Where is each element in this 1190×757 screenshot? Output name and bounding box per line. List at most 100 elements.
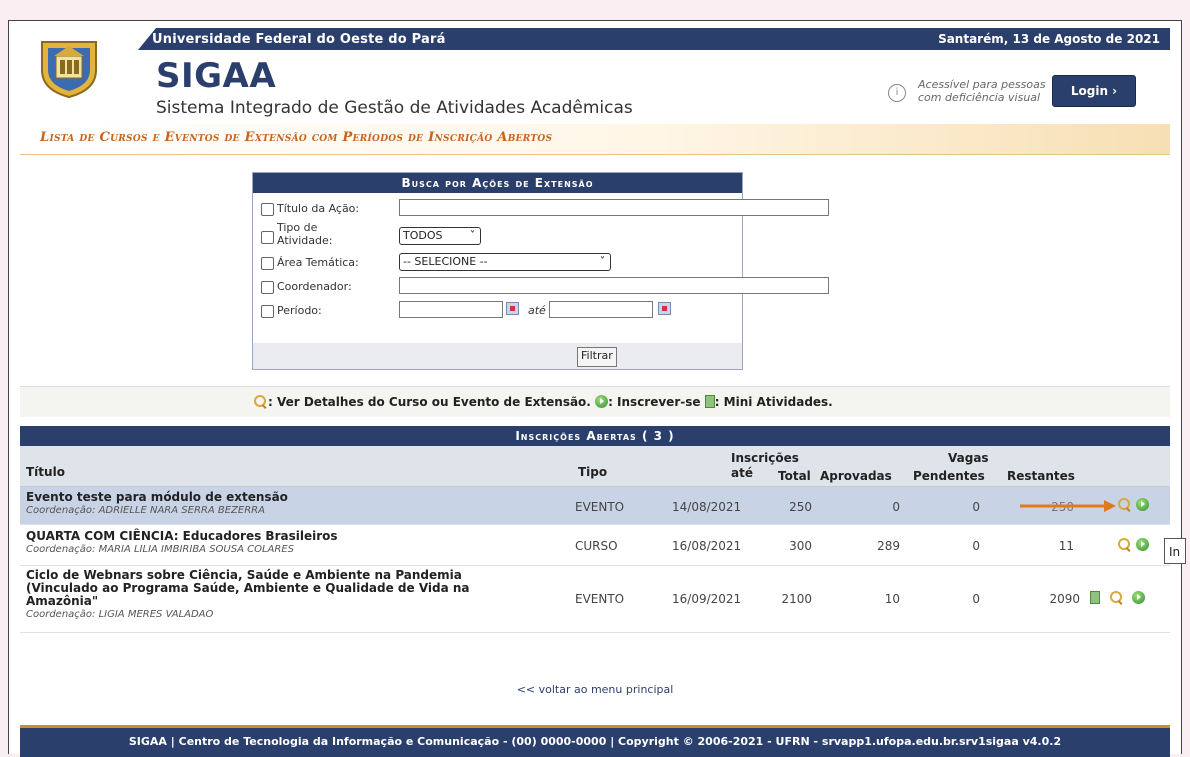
legend-details: : Ver Detalhes do Curso ou Evento de Ext… <box>268 395 591 409</box>
row-pendentes: 0 <box>972 539 980 553</box>
titulo-row: Título da Ação: <box>253 197 829 221</box>
periodo-checkbox[interactable] <box>261 305 274 318</box>
details-magnifier-icon[interactable] <box>1118 538 1132 552</box>
row-title: Ciclo de Webnars sobre Ciência, Saúde e … <box>26 569 546 621</box>
page-footer: SIGAA | Centro de Tecnologia da Informaç… <box>20 725 1170 757</box>
area-select[interactable]: -- SELECIONE -- ˅ <box>399 253 611 271</box>
mini-activities-icon <box>704 395 715 408</box>
header-aprovadas: Aprovadas <box>820 469 892 483</box>
table-header: Título Tipo Inscrições até Vagas Total Ap… <box>20 446 1170 487</box>
results-table: Inscrições Abertas ( 3 ) Título Tipo Ins… <box>20 426 1170 633</box>
details-magnifier-icon[interactable] <box>1109 591 1124 605</box>
tipo-row: Tipo de Atividade: TODOS ˅ <box>253 221 742 251</box>
arrow-annotation-icon <box>1020 500 1116 512</box>
coord-row: Coordenador: <box>253 275 829 299</box>
page-title: Lista de Cursos e Eventos de Extensão co… <box>40 130 553 145</box>
app-subtitle: Sistema Integrado de Gestão de Atividade… <box>156 98 633 118</box>
search-form-footer: Filtrar <box>253 343 742 369</box>
row-actions <box>1118 538 1149 552</box>
search-form-caption: Busca por Ações de Extensão <box>253 173 742 193</box>
chevron-down-icon: ˅ <box>600 256 605 267</box>
row-ate: 16/08/2021 <box>672 539 742 553</box>
row-total: 250 <box>789 500 812 514</box>
coord-input[interactable] <box>399 277 829 294</box>
magnifier-icon <box>254 395 268 409</box>
titulo-checkbox[interactable] <box>261 203 274 216</box>
coord-checkbox[interactable] <box>261 281 274 294</box>
subscribe-icon[interactable] <box>1131 591 1145 604</box>
row-actions <box>1090 591 1145 605</box>
row-pendentes: 0 <box>972 500 980 514</box>
row-total: 2100 <box>781 592 812 606</box>
tooltip: In <box>1164 538 1186 564</box>
app-title: SIGAA <box>156 56 277 96</box>
titulo-input[interactable] <box>399 199 829 216</box>
periodo-start-input[interactable] <box>399 301 503 318</box>
current-date: Santarém, 13 de Agosto de 2021 <box>938 32 1160 46</box>
header-vagas: Vagas <box>948 451 989 465</box>
top-bar: Universidade Federal do Oeste do Pará Sa… <box>20 28 1170 50</box>
area-label: Área Temática: <box>277 256 359 269</box>
back-to-menu-link[interactable]: << voltar ao menu principal <box>20 683 1170 696</box>
mini-activities-icon[interactable] <box>1090 591 1100 604</box>
legend-mini: : Mini Atividades. <box>714 395 833 409</box>
page-title-bar: Lista de Cursos e Eventos de Extensão co… <box>20 124 1170 155</box>
row-tipo: EVENTO <box>575 500 625 514</box>
results-caption: Inscrições Abertas ( 3 ) <box>20 426 1170 446</box>
row-pendentes: 0 <box>972 592 980 606</box>
area-row: Área Temática: -- SELECIONE -- ˅ <box>253 251 742 275</box>
row-title: Evento teste para módulo de extensão Coo… <box>26 491 546 517</box>
header-pendentes: Pendentes <box>913 469 985 483</box>
header-restantes: Restantes <box>1007 469 1075 483</box>
accessibility-text: Acessível para pessoas com deficiência v… <box>918 78 1046 104</box>
header-tipo: Tipo <box>578 465 608 479</box>
row-restantes: 2090 <box>1049 592 1080 606</box>
area-checkbox[interactable] <box>261 257 274 270</box>
page-container: Universidade Federal do Oeste do Pará Sa… <box>20 28 1170 757</box>
row-aprovadas: 289 <box>877 539 900 553</box>
icon-legend: : Ver Detalhes do Curso ou Evento de Ext… <box>20 386 1170 417</box>
periodo-end-input[interactable] <box>549 301 653 318</box>
details-magnifier-icon[interactable] <box>1118 498 1132 512</box>
table-row[interactable]: QUARTA COM CIÊNCIA: Educadores Brasileir… <box>20 525 1170 566</box>
accessibility-icon: i <box>888 84 906 102</box>
filter-button[interactable]: Filtrar <box>577 347 617 367</box>
row-coordinator: Coordenação: ADRIELLE NARA SERRA BEZERRA <box>26 505 265 516</box>
row-restantes: 11 <box>1058 539 1074 553</box>
table-row[interactable]: Evento teste para módulo de extensão Coo… <box>20 487 1170 525</box>
periodo-label: Período: <box>277 304 322 317</box>
row-ate: 16/09/2021 <box>672 592 742 606</box>
row-coordinator: Coordenação: LIGIA MERES VALADAO <box>26 609 214 620</box>
tipo-select[interactable]: TODOS ˅ <box>399 227 481 245</box>
row-ate: 14/08/2021 <box>672 500 742 514</box>
row-tipo: EVENTO <box>575 592 625 606</box>
periodo-row: Período: até <box>253 299 742 323</box>
header-inscricoes: Inscrições até <box>731 451 799 480</box>
ate-label: até <box>528 304 546 317</box>
subscribe-icon[interactable] <box>1135 538 1149 551</box>
legend-subscribe: : Inscrever-se <box>608 395 701 409</box>
table-row[interactable]: Ciclo de Webnars sobre Ciência, Saúde e … <box>20 566 1170 633</box>
university-crest-logo <box>41 41 97 98</box>
chevron-down-icon: ˅ <box>470 230 475 241</box>
tipo-checkbox[interactable] <box>261 231 274 244</box>
titulo-label: Título da Ação: <box>277 202 360 215</box>
accessibility-link[interactable]: i Acessível para pessoas com deficiência… <box>870 78 1060 110</box>
calendar-icon[interactable] <box>658 302 671 315</box>
row-coordinator: Coordenação: MARIA LILIA IMBIRIBA SOUSA … <box>26 544 294 555</box>
login-button[interactable]: Login › <box>1052 75 1136 107</box>
tipo-label: Tipo de Atividade: <box>277 221 333 247</box>
header-titulo: Título <box>26 465 65 479</box>
subscribe-icon[interactable] <box>1135 498 1149 511</box>
subscribe-icon <box>595 395 609 408</box>
row-tipo: CURSO <box>575 539 618 553</box>
coord-label: Coordenador: <box>277 280 352 293</box>
calendar-icon[interactable] <box>506 302 519 315</box>
search-form: Busca por Ações de Extensão Título da Aç… <box>252 172 829 370</box>
row-actions <box>1118 498 1149 512</box>
row-aprovadas: 0 <box>892 500 900 514</box>
row-title: QUARTA COM CIÊNCIA: Educadores Brasileir… <box>26 530 546 556</box>
row-aprovadas: 10 <box>884 592 900 606</box>
university-name: Universidade Federal do Oeste do Pará <box>152 32 446 47</box>
header-total: Total <box>778 469 811 483</box>
